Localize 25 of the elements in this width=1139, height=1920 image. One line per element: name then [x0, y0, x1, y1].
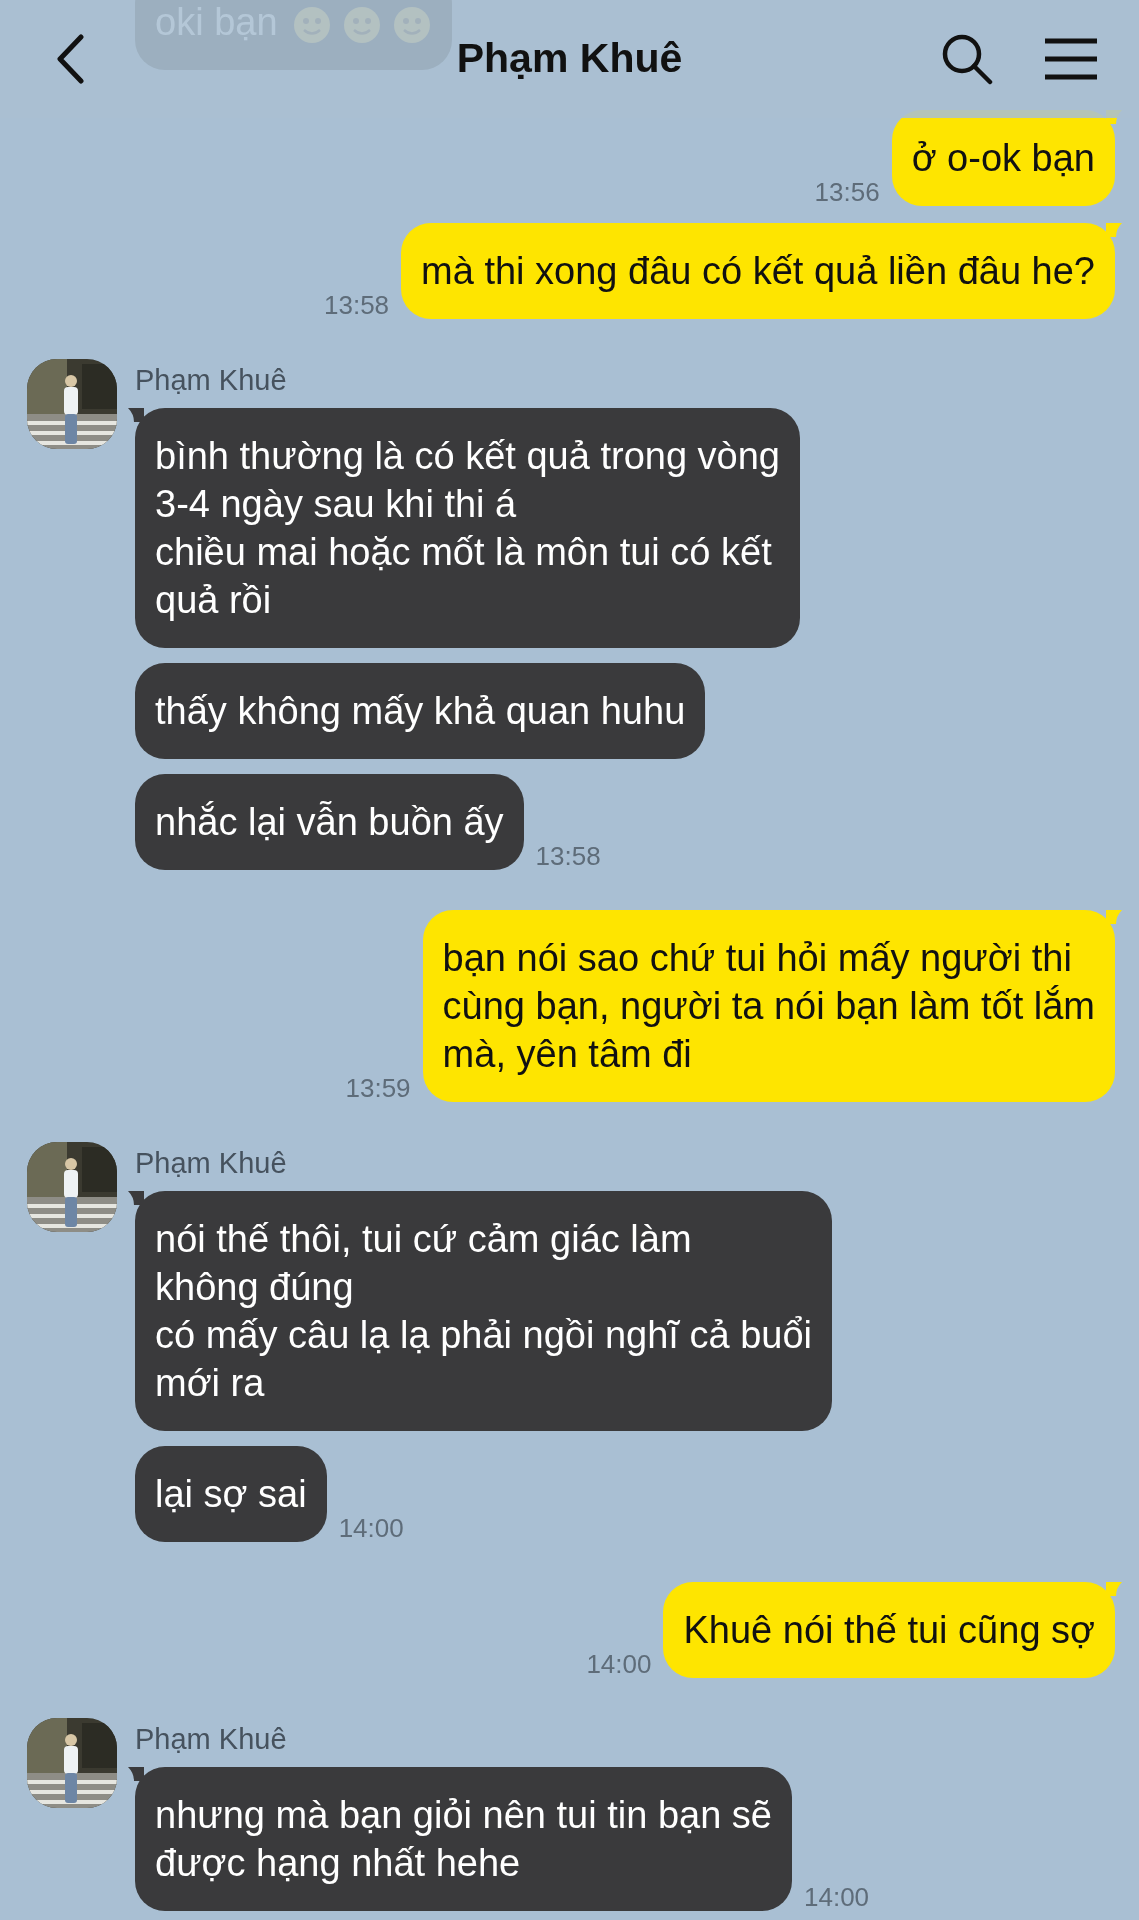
message-bubble: nhắc lại vẫn buồn ấy: [135, 774, 524, 870]
bubble-tail: [128, 1191, 144, 1205]
menu-button[interactable]: [1043, 37, 1099, 81]
message-bubble: lại sợ sai: [135, 1446, 327, 1542]
sender-name: Phạm Khuê: [135, 1724, 288, 1754]
message-time: 13:56: [814, 176, 880, 209]
message-time: 14:00: [338, 1512, 404, 1545]
message-time: 14:00: [586, 1648, 652, 1681]
menu-icon: [1043, 37, 1099, 81]
message-time: 13:58: [535, 840, 601, 873]
bubble-tail: [1106, 910, 1122, 924]
search-button[interactable]: [941, 33, 993, 85]
bubble-tail: [128, 408, 144, 422]
message-time: 13:58: [324, 289, 390, 322]
bubble-tail: [1106, 1582, 1122, 1596]
chat-title: Phạm Khuê: [456, 34, 683, 84]
back-icon: [55, 34, 85, 84]
search-icon: [941, 33, 993, 85]
bubble-tail: [1106, 223, 1122, 237]
sender-name: Phạm Khuê: [135, 1148, 288, 1178]
message-time: 14:00: [804, 1881, 870, 1914]
bubble-tail: [128, 1767, 144, 1781]
message-time: 13:59: [345, 1072, 411, 1105]
message-bubble: thấy không mấy khả quan huhu: [135, 663, 706, 759]
sender-name: Phạm Khuê: [135, 365, 288, 395]
